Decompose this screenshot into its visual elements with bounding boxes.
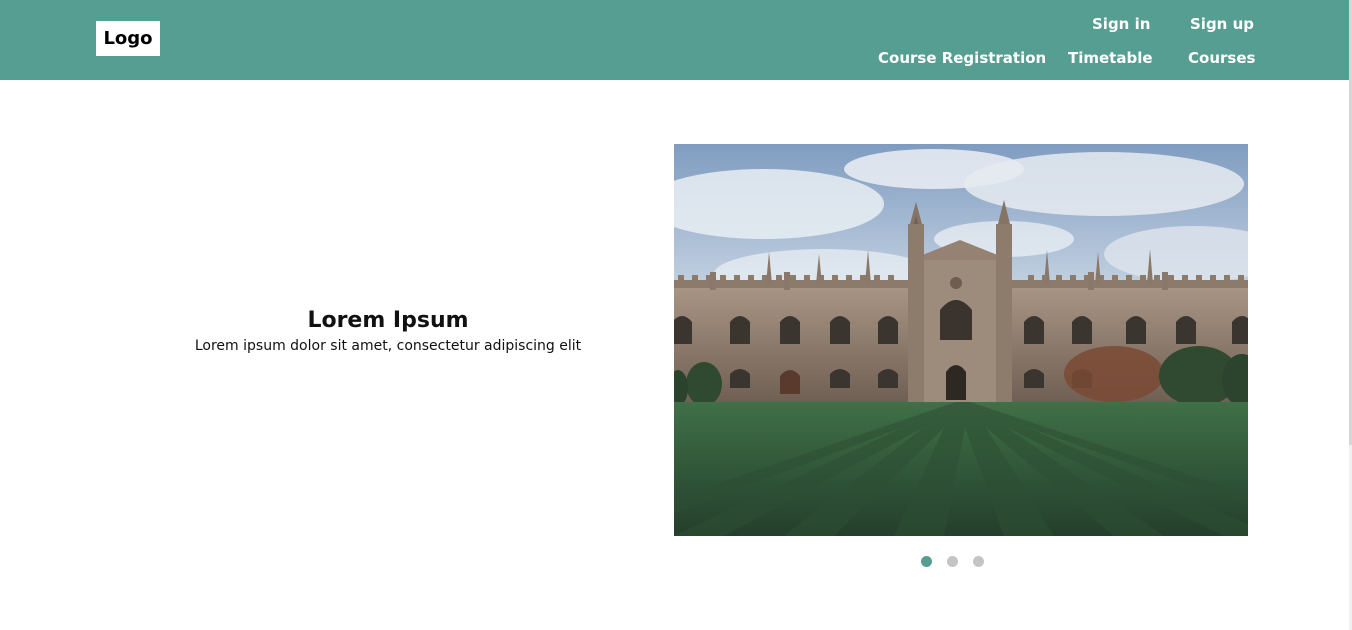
carousel-dot-3[interactable] [973,556,984,567]
nav-course-registration[interactable]: Course Registration [878,49,1046,67]
hero-subtitle: Lorem ipsum dolor sit amet, consectetur … [194,338,582,354]
sign-in-link[interactable]: Sign in [1092,15,1150,33]
hero-text: Lorem Ipsum Lorem ipsum dolor sit amet, … [150,306,626,356]
carousel-dot-1[interactable] [921,556,932,567]
carousel-dot-2[interactable] [947,556,958,567]
nav-courses[interactable]: Courses [1188,49,1255,67]
logo[interactable]: Logo [96,21,160,56]
hero-title: Lorem Ipsum [307,308,469,333]
carousel-slide-image [674,144,1248,536]
carousel-indicators [921,556,984,567]
sign-up-link[interactable]: Sign up [1190,15,1254,33]
nav-timetable[interactable]: Timetable [1068,49,1153,67]
college-building-image [674,144,1248,536]
site-header: Logo Sign in Sign up Course Registration… [0,0,1349,80]
